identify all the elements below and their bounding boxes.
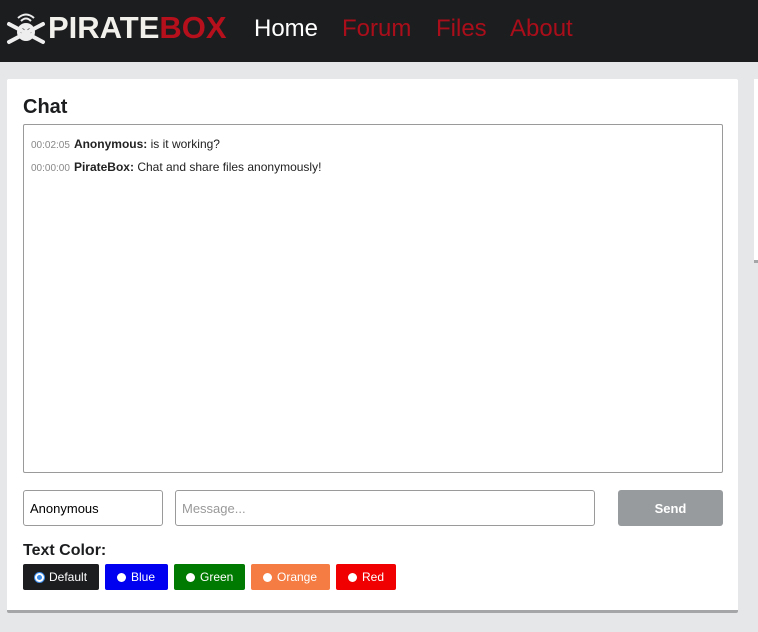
radio-icon[interactable] <box>263 572 272 582</box>
message-input[interactable] <box>175 490 595 526</box>
name-input[interactable] <box>23 490 163 526</box>
message-text: is it working? <box>150 137 220 151</box>
nav-home[interactable]: Home <box>254 15 318 43</box>
radio-icon[interactable] <box>35 572 44 582</box>
chat-card: Chat 00:02:05 Anonymous: is it working? 0… <box>7 79 738 613</box>
message-user: Anonymous: <box>73 137 148 151</box>
text-color-label: Text Color: <box>23 542 107 559</box>
nav-forum[interactable]: Forum <box>342 15 411 43</box>
send-button[interactable]: Send <box>618 490 723 526</box>
message-time: 00:00:00 <box>31 163 70 174</box>
chat-title: Chat <box>23 96 68 118</box>
logo-accent: BOX <box>159 10 227 45</box>
skull-crossbones-icon <box>7 13 45 44</box>
nav-files[interactable]: Files <box>436 15 487 43</box>
radio-icon[interactable] <box>348 572 357 582</box>
message-user: PirateBox: <box>73 160 134 174</box>
navbar: PIRATEBOX Home Forum Files About <box>0 0 758 62</box>
message-text: Chat and share files anonymously! <box>137 160 322 174</box>
side-card <box>754 79 758 263</box>
color-label: Orange <box>277 570 318 584</box>
color-default[interactable]: Default <box>23 564 99 590</box>
color-label: Green <box>200 570 234 584</box>
radio-icon[interactable] <box>186 572 195 582</box>
message-time: 00:02:05 <box>31 140 70 151</box>
color-orange[interactable]: Orange <box>251 564 330 590</box>
piratebox-logo[interactable]: PIRATEBOX <box>6 8 227 48</box>
color-blue[interactable]: Blue <box>105 564 168 590</box>
color-green[interactable]: Green <box>174 564 245 590</box>
color-label: Default <box>49 570 88 584</box>
color-label: Red <box>362 570 385 584</box>
color-label: Blue <box>131 570 156 584</box>
color-red[interactable]: Red <box>336 564 396 590</box>
nav-about[interactable]: About <box>510 15 573 43</box>
chat-message: 00:00:00 PirateBox: Chat and share files … <box>31 160 715 174</box>
text-color-options: Default Blue Green Orange Red <box>23 564 396 590</box>
chat-message: 00:02:05 Anonymous: is it working? <box>31 137 715 151</box>
logo-text: PIRATE <box>48 10 160 45</box>
chat-log[interactable]: 00:02:05 Anonymous: is it working? 00:00:… <box>23 124 723 473</box>
radio-icon[interactable] <box>117 572 126 582</box>
